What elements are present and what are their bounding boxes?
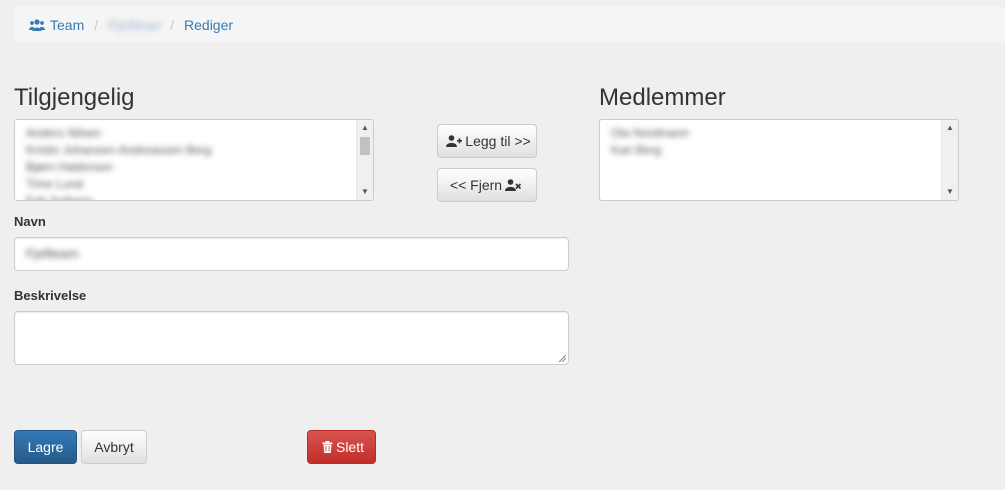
breadcrumb-edit-link[interactable]: Rediger [184, 17, 233, 33]
list-item[interactable]: Kristin Johansen-Andreassen Berg [26, 142, 373, 159]
trash-icon [322, 441, 333, 453]
cancel-button[interactable]: Avbryt [81, 430, 147, 464]
list-item[interactable]: Ola Nordmann [611, 125, 958, 142]
list-item[interactable]: Kari Berg [611, 142, 958, 159]
delete-label: Slett [335, 439, 364, 455]
list-item[interactable]: Anders Nilsen [26, 125, 373, 142]
remove-member-label: << Fjern [449, 177, 503, 193]
breadcrumb-team-label: Team [50, 16, 85, 33]
add-member-label: Legg til >> [465, 133, 531, 149]
scroll-up-icon[interactable]: ▲ [942, 122, 958, 134]
description-label: Beskrivelse [14, 288, 87, 303]
resize-grip-icon[interactable] [558, 354, 566, 362]
save-button[interactable]: Lagre [14, 430, 77, 464]
name-input-value: Fjellteam [26, 246, 79, 261]
users-icon [29, 18, 45, 31]
breadcrumb-separator: / [94, 16, 99, 33]
breadcrumb-current-team[interactable]: Fjellteam [108, 17, 160, 33]
list-item[interactable]: Trine Lund [26, 176, 373, 193]
available-heading: Tilgjengelig [14, 84, 135, 111]
breadcrumb-team-link[interactable]: Team [29, 17, 84, 33]
list-item[interactable]: Bjørn Haldorsen [26, 159, 373, 176]
breadcrumb: Team / Fjellteam / Rediger [14, 7, 1005, 42]
scroll-up-icon[interactable]: ▲ [357, 122, 373, 134]
description-textarea[interactable] [14, 311, 569, 365]
delete-button[interactable]: Slett [307, 430, 376, 464]
available-scrollbar[interactable]: ▲ ▼ [356, 120, 373, 200]
scroll-down-icon[interactable]: ▼ [942, 186, 958, 198]
remove-member-button[interactable]: << Fjern [437, 168, 537, 202]
scrollbar-thumb[interactable] [360, 137, 370, 155]
members-scrollbar[interactable]: ▲ ▼ [941, 120, 958, 200]
available-listbox[interactable]: Anders Nilsen Kristin Johansen-Andreasse… [14, 119, 374, 201]
members-heading: Medlemmer [599, 84, 726, 111]
add-member-button[interactable]: Legg til >> [437, 124, 537, 158]
list-item[interactable]: Erik Solheim [26, 193, 373, 200]
breadcrumb-separator: / [170, 16, 175, 33]
scroll-down-icon[interactable]: ▼ [357, 186, 373, 198]
user-plus-icon [446, 135, 463, 147]
name-input[interactable]: Fjellteam [14, 237, 569, 271]
user-times-icon [505, 179, 522, 191]
name-label: Navn [14, 214, 46, 229]
members-listbox[interactable]: Ola Nordmann Kari Berg ▲ ▼ [599, 119, 959, 201]
